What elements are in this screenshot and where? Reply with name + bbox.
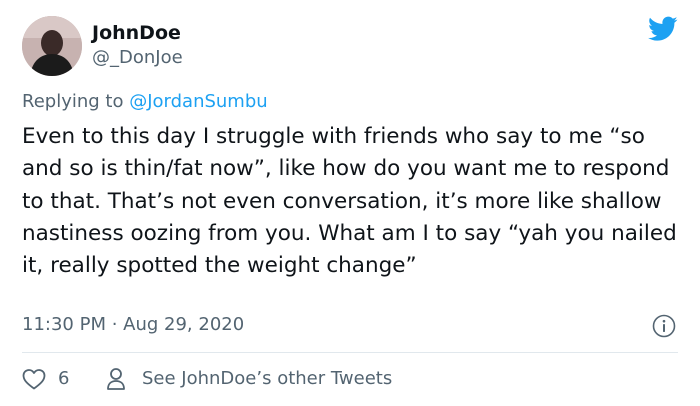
replying-to-link[interactable]: @JordanSumbu — [129, 91, 267, 112]
author-display-name[interactable]: JohnDoe — [92, 22, 181, 44]
tweet-card: JohnDoe @_DonJoe Replying to @JordanSumb… — [0, 0, 700, 406]
replying-prefix: Replying to — [22, 91, 130, 112]
tweet-timestamp[interactable]: 11:30 PM · Aug 29, 2020 — [22, 314, 244, 336]
like-count[interactable]: 6 — [58, 368, 69, 390]
author-handle[interactable]: @_DonJoe — [92, 47, 183, 69]
see-other-tweets-link[interactable]: See JohnDoe’s other Tweets — [142, 368, 392, 390]
tweet-text: Even to this day I struggle with friends… — [22, 124, 677, 279]
info-icon[interactable] — [652, 314, 676, 338]
twitter-bird-icon[interactable] — [648, 16, 678, 42]
divider — [22, 352, 678, 353]
avatar[interactable] — [22, 16, 82, 76]
person-icon[interactable] — [106, 367, 126, 391]
replying-to: Replying to @JordanSumbu — [22, 91, 268, 113]
heart-icon[interactable] — [22, 368, 46, 390]
